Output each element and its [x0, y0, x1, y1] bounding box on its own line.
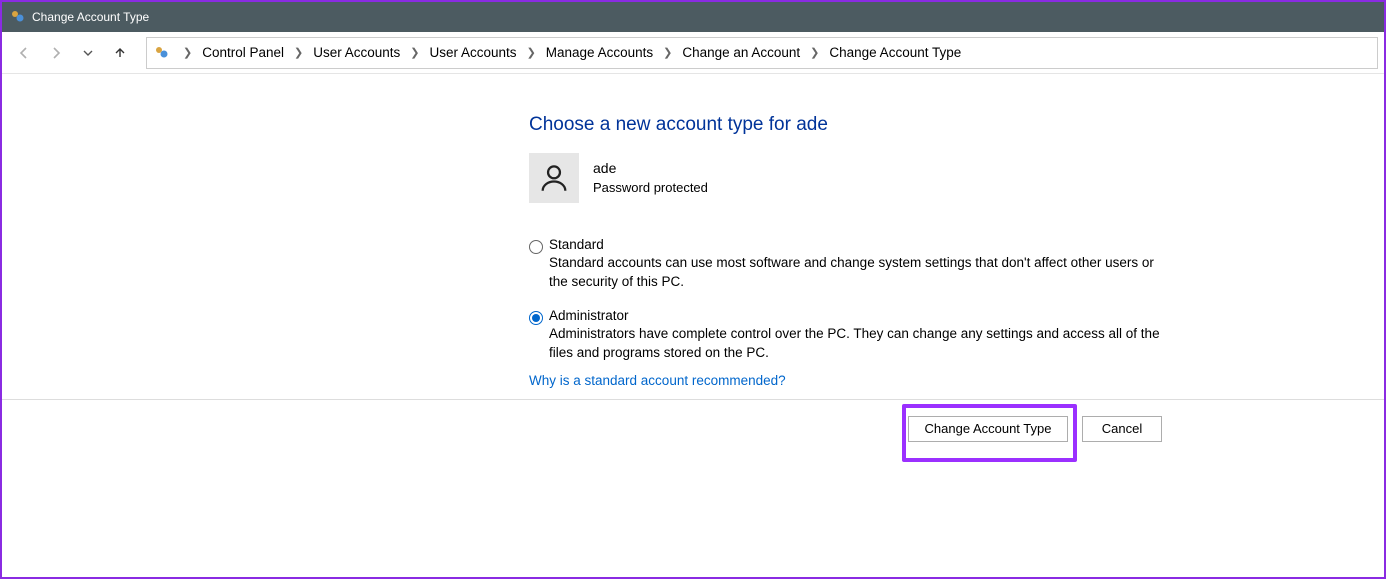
cancel-button[interactable]: Cancel: [1082, 416, 1162, 442]
back-button[interactable]: [8, 37, 40, 69]
user-accounts-icon: [10, 9, 26, 25]
footer-actions: Change Account Type Cancel: [2, 399, 1384, 457]
window-title: Change Account Type: [32, 10, 149, 24]
user-accounts-icon: [153, 44, 171, 62]
account-status: Password protected: [593, 179, 708, 198]
breadcrumb[interactable]: ❯ Control Panel ❯ User Accounts ❯ User A…: [146, 37, 1378, 69]
radio-description: Standard accounts can use most software …: [549, 254, 1169, 292]
breadcrumb-item[interactable]: Manage Accounts: [544, 45, 655, 60]
radio-icon[interactable]: [529, 240, 543, 254]
up-button[interactable]: [104, 37, 136, 69]
account-name: ade: [593, 158, 708, 178]
radio-description: Administrators have complete control ove…: [549, 325, 1169, 363]
page-heading: Choose a new account type for ade: [529, 114, 828, 136]
chevron-right-icon: ❯: [523, 46, 540, 59]
forward-button[interactable]: [40, 37, 72, 69]
radio-label: Administrator: [549, 308, 1169, 323]
recent-locations-dropdown[interactable]: [72, 37, 104, 69]
radio-standard[interactable]: Standard Standard accounts can use most …: [529, 237, 1169, 292]
change-account-type-button[interactable]: Change Account Type: [908, 416, 1068, 442]
breadcrumb-item[interactable]: Change an Account: [680, 45, 802, 60]
breadcrumb-item[interactable]: Control Panel: [200, 45, 286, 60]
breadcrumb-item[interactable]: Change Account Type: [827, 45, 963, 60]
chevron-right-icon: ❯: [179, 46, 196, 59]
account-type-options: Standard Standard accounts can use most …: [529, 237, 1169, 379]
breadcrumb-item[interactable]: User Accounts: [428, 45, 519, 60]
help-link-standard-account[interactable]: Why is a standard account recommended?: [529, 373, 786, 388]
radio-label: Standard: [549, 237, 1169, 252]
chevron-right-icon: ❯: [406, 46, 423, 59]
nav-row: ❯ Control Panel ❯ User Accounts ❯ User A…: [2, 32, 1384, 74]
user-block: ade Password protected: [529, 153, 708, 203]
content-area: Choose a new account type for ade ade Pa…: [2, 77, 1384, 577]
chevron-right-icon: ❯: [290, 46, 307, 59]
chevron-right-icon: ❯: [806, 46, 823, 59]
avatar: [529, 153, 579, 203]
radio-icon[interactable]: [529, 311, 543, 325]
breadcrumb-item[interactable]: User Accounts: [311, 45, 402, 60]
radio-administrator[interactable]: Administrator Administrators have comple…: [529, 308, 1169, 363]
titlebar: Change Account Type: [2, 2, 1384, 32]
chevron-right-icon: ❯: [659, 46, 676, 59]
